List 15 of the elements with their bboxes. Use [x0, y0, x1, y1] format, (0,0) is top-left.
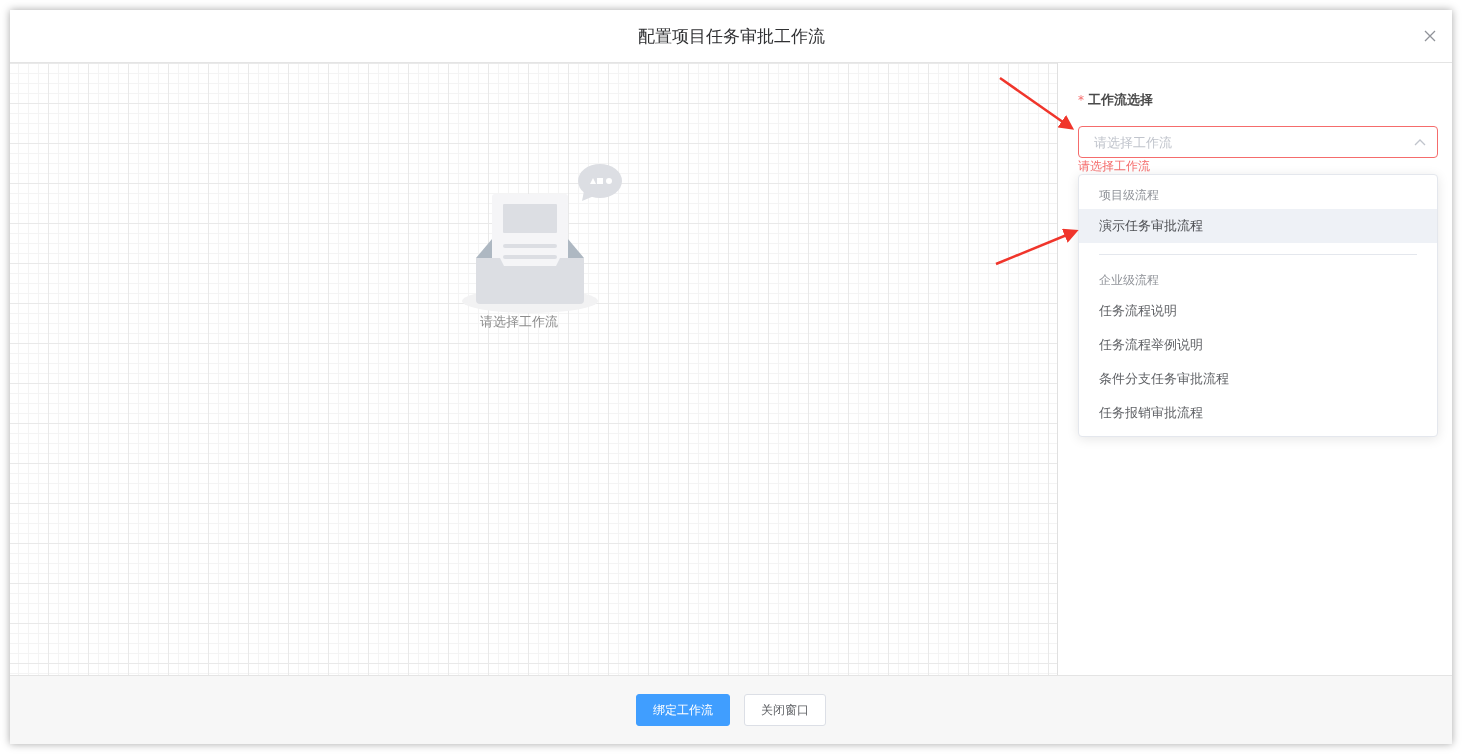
- empty-state-text: 请选择工作流: [480, 313, 558, 331]
- dropdown-option[interactable]: 演示任务审批流程: [1079, 209, 1437, 243]
- required-mark: *: [1078, 93, 1084, 107]
- group-label: 企业级流程: [1098, 272, 1160, 289]
- close-icon[interactable]: [1424, 30, 1436, 42]
- close-window-button[interactable]: 关闭窗口: [744, 694, 826, 726]
- dropdown-option[interactable]: 任务流程说明: [1079, 294, 1437, 328]
- workflow-select[interactable]: 请选择工作流: [1078, 126, 1438, 158]
- field-label: 工作流选择: [1088, 91, 1153, 109]
- group-label: 项目级流程: [1098, 187, 1160, 204]
- dialog-title: 配置项目任务审批工作流: [637, 24, 825, 48]
- error-message: 请选择工作流: [1078, 159, 1150, 173]
- dropdown-option[interactable]: 任务报销审批流程: [1079, 396, 1437, 430]
- dropdown-option[interactable]: 任务流程举例说明: [1079, 328, 1437, 362]
- dropdown-option[interactable]: 条件分支任务审批流程: [1079, 362, 1437, 396]
